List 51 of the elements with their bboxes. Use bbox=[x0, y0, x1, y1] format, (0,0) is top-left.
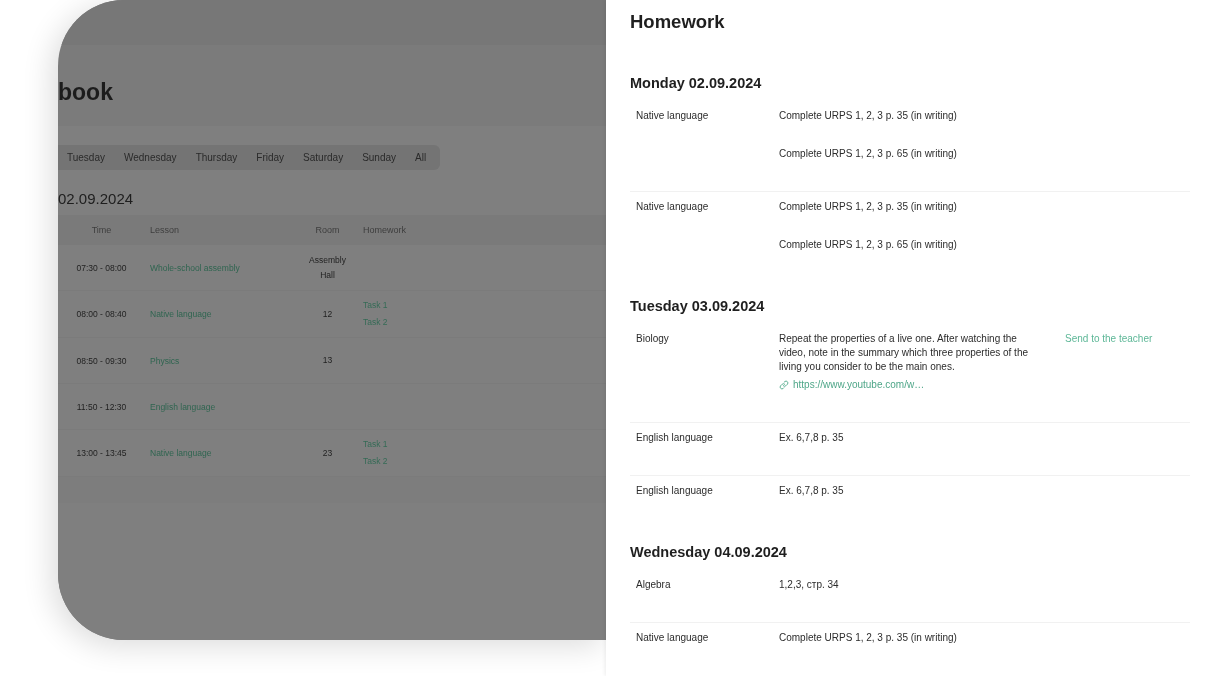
time-cell: 08:50 - 09:30 bbox=[76, 355, 127, 366]
day-tab[interactable]: Saturday bbox=[294, 147, 353, 168]
task-text: 1,2,3, стр. 34 bbox=[779, 578, 839, 592]
link-icon bbox=[779, 380, 789, 390]
subject-label: Native language bbox=[636, 631, 709, 645]
lesson-link[interactable]: Native language bbox=[150, 309, 212, 319]
day-tab[interactable]: Friday bbox=[247, 147, 294, 168]
lesson-link[interactable]: English language bbox=[150, 401, 216, 412]
task-text: Ex. 6,7,8 p. 35 bbox=[779, 431, 844, 445]
day-tab[interactable]: Tuesday bbox=[58, 147, 114, 168]
day-tab[interactable]: Sunday bbox=[353, 147, 406, 168]
subject-label: Biology bbox=[636, 332, 669, 346]
room-cell-text: 12 bbox=[322, 307, 333, 321]
date-heading: 02.09.2024 bbox=[58, 189, 134, 209]
subject-label: Algebra bbox=[636, 578, 671, 592]
room-cell-text: Assembly Hall bbox=[308, 253, 347, 282]
task-text: Complete URPS 1, 2, 3 p. 65 (in writing) bbox=[779, 238, 957, 252]
send-to-teacher-link[interactable]: Send to the teacher bbox=[1065, 332, 1153, 346]
day-heading: Wednesday 04.09.2024 bbox=[630, 543, 787, 562]
time-cell: 13:00 - 13:45 bbox=[76, 448, 127, 458]
subject-label: English language bbox=[636, 431, 713, 445]
subject-label: Native language bbox=[636, 109, 709, 123]
task-text: Complete URPS 1, 2, 3 p. 35 (in writing) bbox=[779, 109, 957, 123]
lesson-link[interactable]: Whole-school assembly bbox=[150, 262, 240, 273]
url-link[interactable]: https://www.youtube.com/w… bbox=[779, 378, 925, 392]
task-text: Complete URPS 1, 2, 3 p. 65 (in writing) bbox=[779, 147, 957, 161]
panel-title: Homework bbox=[630, 10, 725, 34]
day-tab[interactable]: All bbox=[406, 147, 436, 168]
time-cell: 07:30 - 08:00 bbox=[76, 262, 127, 273]
lesson-link[interactable]: Physics bbox=[150, 355, 180, 366]
day-tab[interactable]: Thursday bbox=[186, 147, 247, 168]
page-title: book bbox=[58, 77, 113, 106]
column-header: Time bbox=[91, 224, 112, 236]
lesson-link[interactable]: Native language bbox=[150, 448, 212, 458]
room-cell-text: 13 bbox=[322, 354, 333, 367]
time-cell: 08:00 - 08:40 bbox=[76, 309, 127, 319]
day-heading: Monday 02.09.2024 bbox=[630, 74, 762, 93]
task-link[interactable]: Task 1 bbox=[363, 436, 388, 453]
task-link[interactable]: Task 2 bbox=[363, 314, 388, 331]
task-text: Repeat the properties of a live one. After watching the video, note in the summary which three properties of the living you consider to be the main ones. bbox=[779, 332, 1030, 374]
day-tab[interactable]: Wednesday bbox=[115, 147, 186, 168]
room-cell-text: 23 bbox=[322, 446, 333, 460]
task-text: Complete URPS 1, 2, 3 p. 35 (in writing) bbox=[779, 631, 957, 645]
subject-label: English language bbox=[636, 484, 713, 498]
task-text: Ex. 6,7,8 p. 35 bbox=[779, 484, 844, 498]
task-text: Complete URPS 1, 2, 3 p. 35 (in writing) bbox=[779, 200, 957, 214]
time-cell: 11:50 - 12:30 bbox=[76, 401, 127, 412]
day-heading: Tuesday 03.09.2024 bbox=[630, 297, 765, 316]
task-link[interactable]: Task 2 bbox=[363, 453, 388, 470]
task-link[interactable]: Task 1 bbox=[363, 297, 388, 314]
subject-label: Native language bbox=[636, 200, 709, 214]
